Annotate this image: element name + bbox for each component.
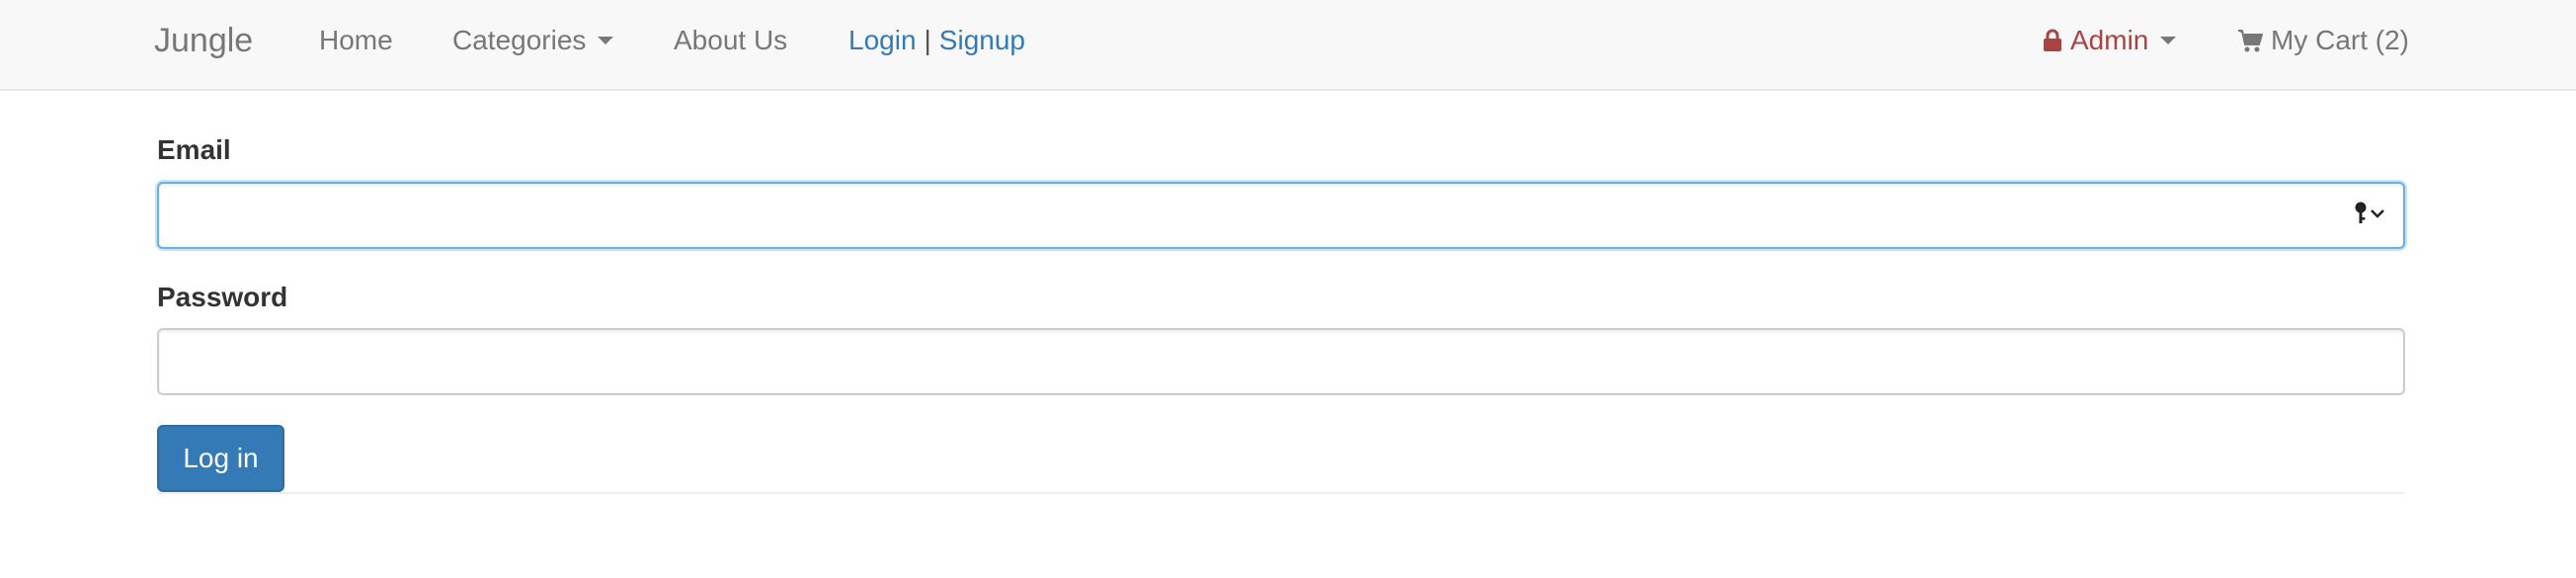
- caret-down-icon: [598, 37, 614, 44]
- navbar: Jungle Home Categories About Us Login | …: [0, 0, 2576, 91]
- email-field[interactable]: [157, 182, 2405, 249]
- password-label: Password: [157, 282, 288, 312]
- nav-cart-link[interactable]: My Cart (2): [2237, 0, 2409, 81]
- nav-categories-dropdown[interactable]: Categories: [452, 0, 614, 81]
- email-label: Email: [157, 134, 231, 165]
- form-divider: [157, 492, 2405, 494]
- password-field[interactable]: [157, 328, 2405, 395]
- nav-home-link[interactable]: Home: [319, 0, 393, 81]
- key-icon: [2354, 202, 2368, 230]
- caret-down-icon: [2160, 37, 2177, 44]
- chevron-down-icon: [2370, 206, 2385, 224]
- brand-link[interactable]: Jungle: [154, 0, 253, 81]
- password-autofill-widget[interactable]: [2354, 182, 2385, 249]
- nav-about-link[interactable]: About Us: [674, 0, 787, 81]
- nav-auth-links: Login | Signup: [848, 0, 1025, 81]
- nav-admin-dropdown[interactable]: Admin: [2043, 0, 2177, 81]
- shopping-cart-icon: [2237, 29, 2263, 52]
- login-button[interactable]: Log in: [157, 425, 284, 492]
- auth-separator: |: [924, 25, 931, 55]
- nav-cart-label: My Cart (2): [2271, 25, 2409, 55]
- nav-categories-label: Categories: [452, 25, 587, 55]
- signup-link[interactable]: Signup: [939, 25, 1025, 56]
- lock-icon: [2043, 29, 2062, 52]
- login-link[interactable]: Login: [848, 25, 917, 56]
- nav-admin-label: Admin: [2070, 25, 2149, 55]
